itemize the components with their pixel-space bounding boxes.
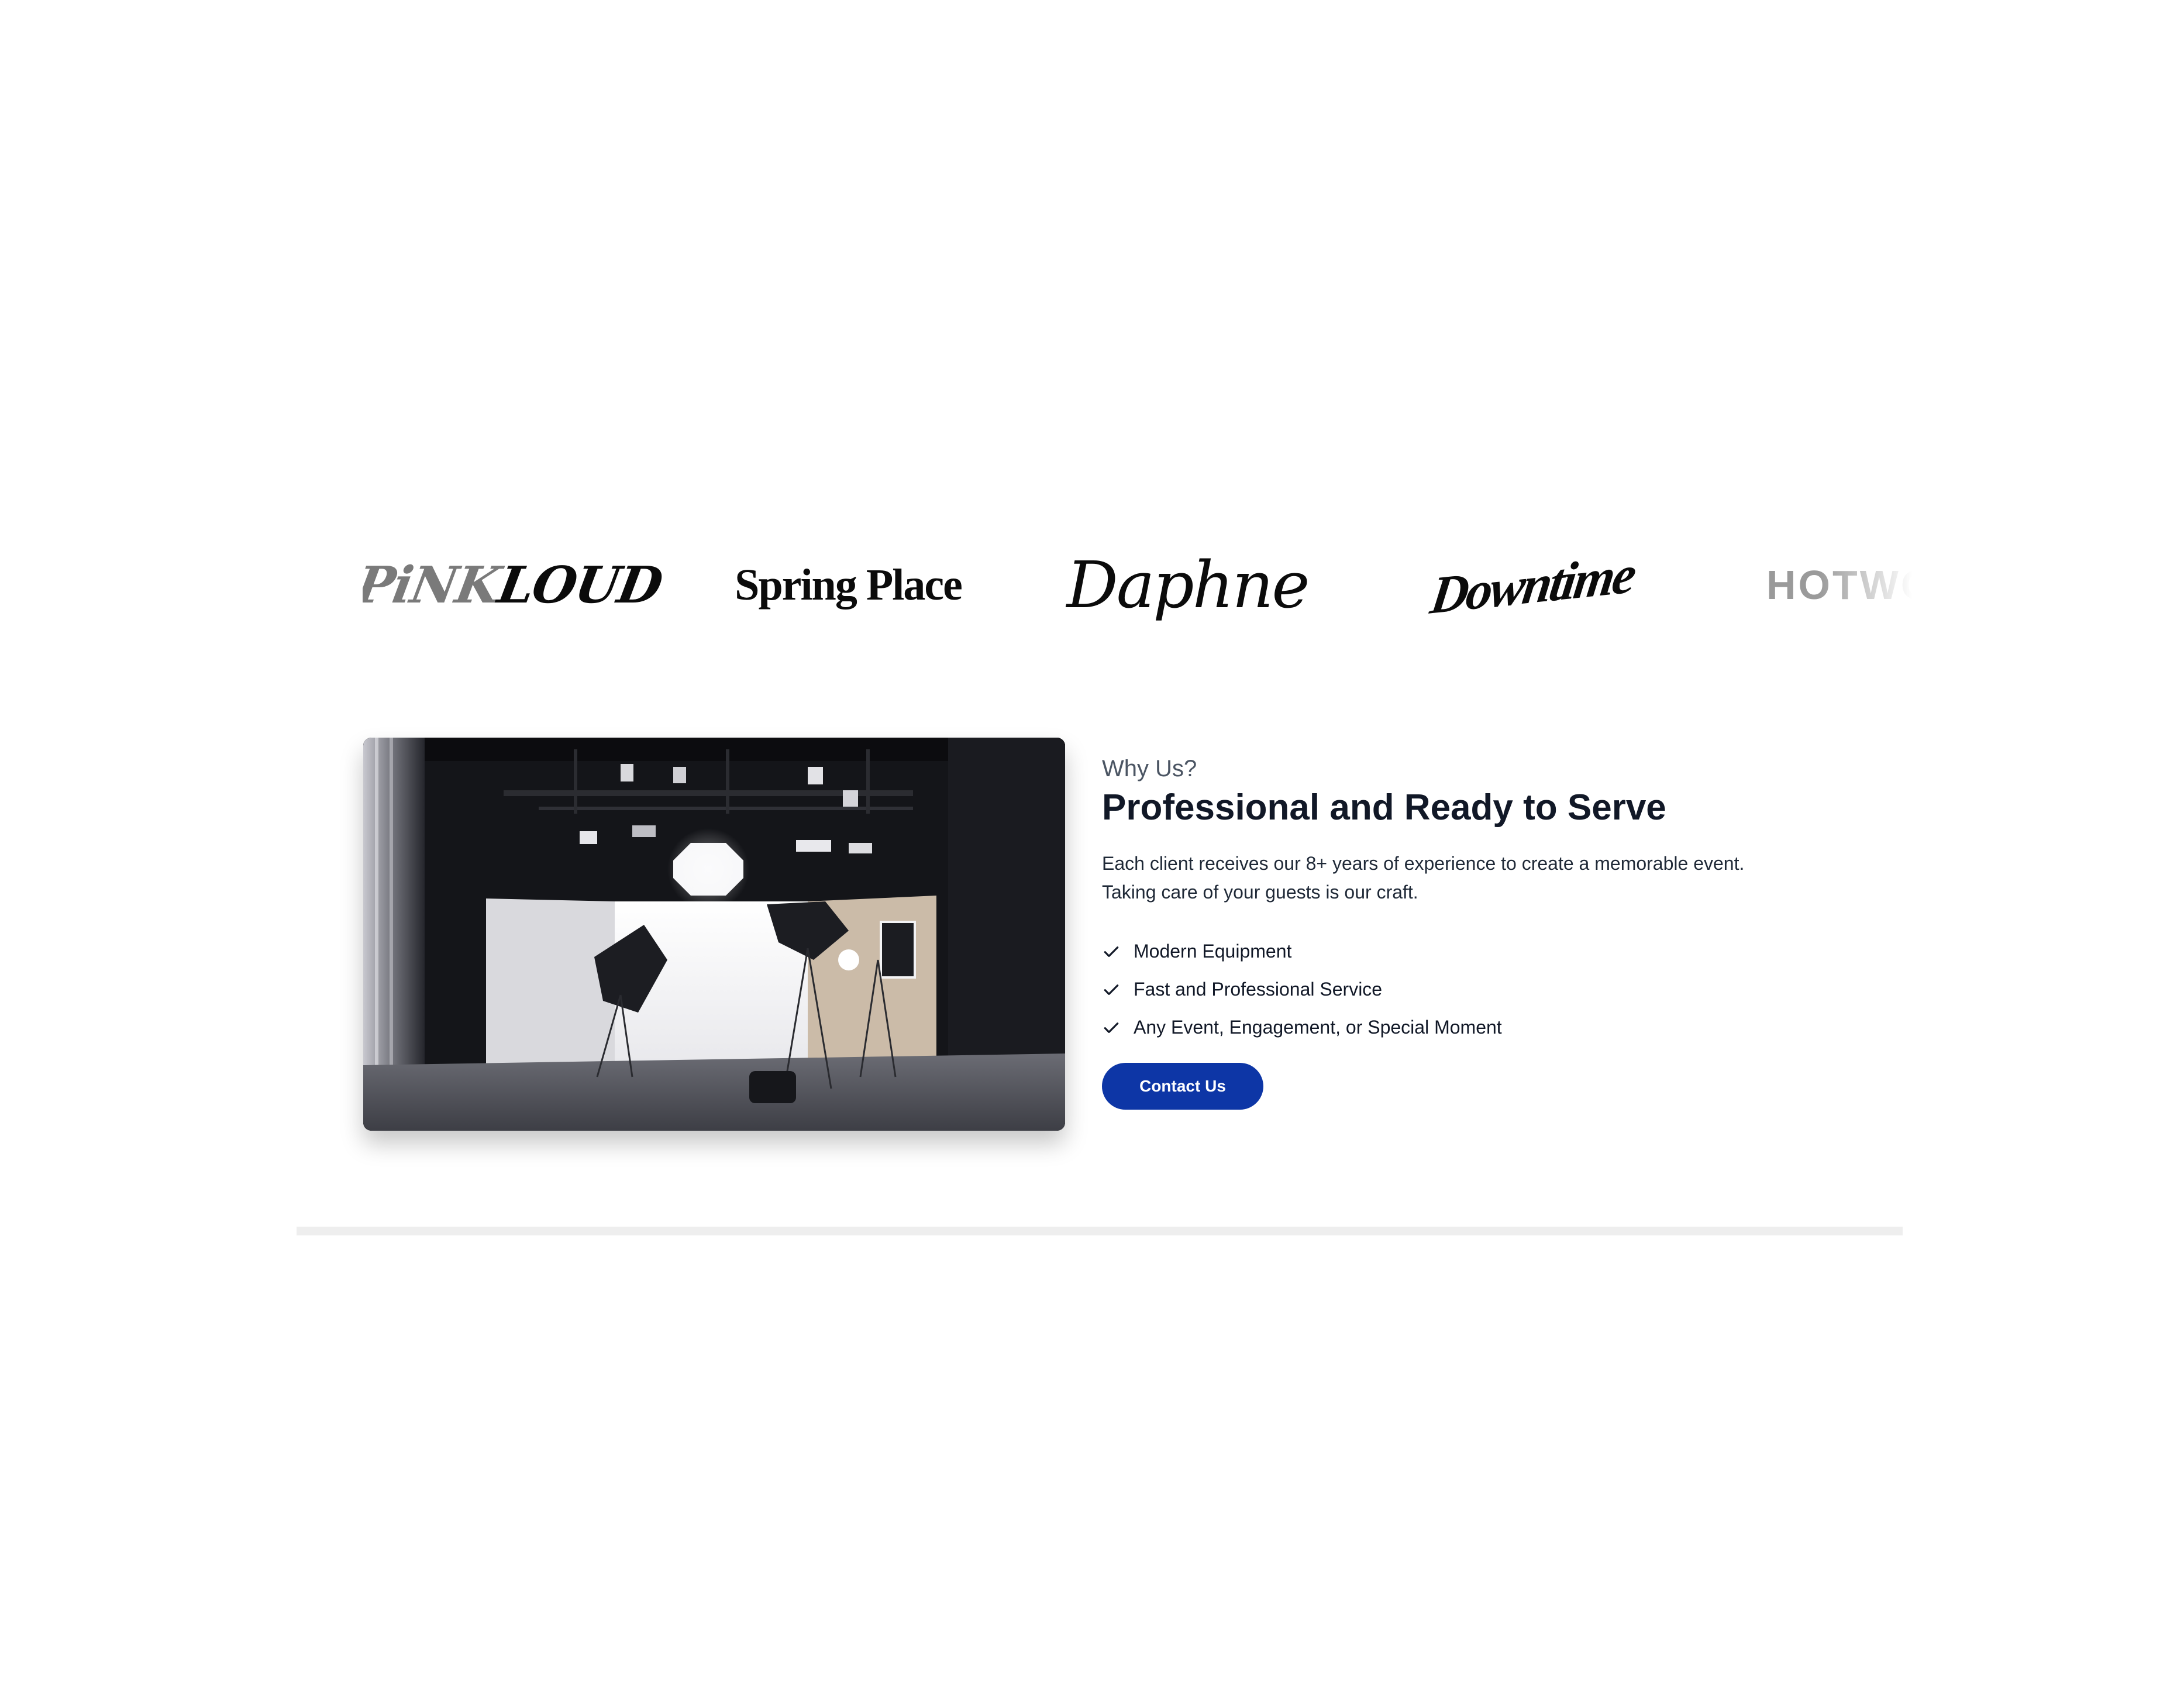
studio-photo-illustration (363, 738, 1065, 1131)
logo-spring-place: Spring Place (735, 560, 963, 610)
description-line-1: Each client receives our 8+ years of exp… (1102, 853, 1745, 875)
logo-downtime: Downtime (1427, 545, 1638, 625)
logo-daphne: Daphne (1066, 548, 1310, 622)
section-divider (297, 1227, 1903, 1235)
feature-item: Any Event, Engagement, or Special Moment (1102, 1008, 1862, 1046)
studio-photo (363, 738, 1065, 1131)
section-eyebrow: Why Us? (1102, 756, 1197, 781)
check-icon (1102, 980, 1121, 999)
feature-item: Modern Equipment (1102, 932, 1862, 970)
logo-pinkloud: PiNK LOUD (363, 555, 666, 615)
contact-us-button[interactable]: Contact Us (1102, 1063, 1263, 1110)
feature-label: Fast and Professional Service (1134, 979, 1383, 1000)
feature-list: Modern Equipment Fast and Professional S… (1102, 932, 1862, 1046)
check-icon (1102, 942, 1121, 961)
feature-label: Any Event, Engagement, or Special Moment (1134, 1017, 1502, 1038)
check-icon (1102, 1018, 1121, 1037)
logo-hotwo: HOTWO (1766, 562, 1913, 608)
why-us-section: Why Us? Professional and Ready to Serve … (1102, 755, 1862, 1110)
feature-item: Fast and Professional Service (1102, 970, 1862, 1008)
section-description: Each client receives our 8+ years of exp… (1102, 849, 1862, 907)
client-logo-strip: PiNK LOUD Spring Place Daphne Downtime HO… (363, 526, 1913, 643)
feature-label: Modern Equipment (1134, 941, 1292, 962)
description-line-2: Taking care of your guests is our craft. (1102, 882, 1418, 903)
section-headline: Professional and Ready to Serve (1102, 787, 1666, 828)
